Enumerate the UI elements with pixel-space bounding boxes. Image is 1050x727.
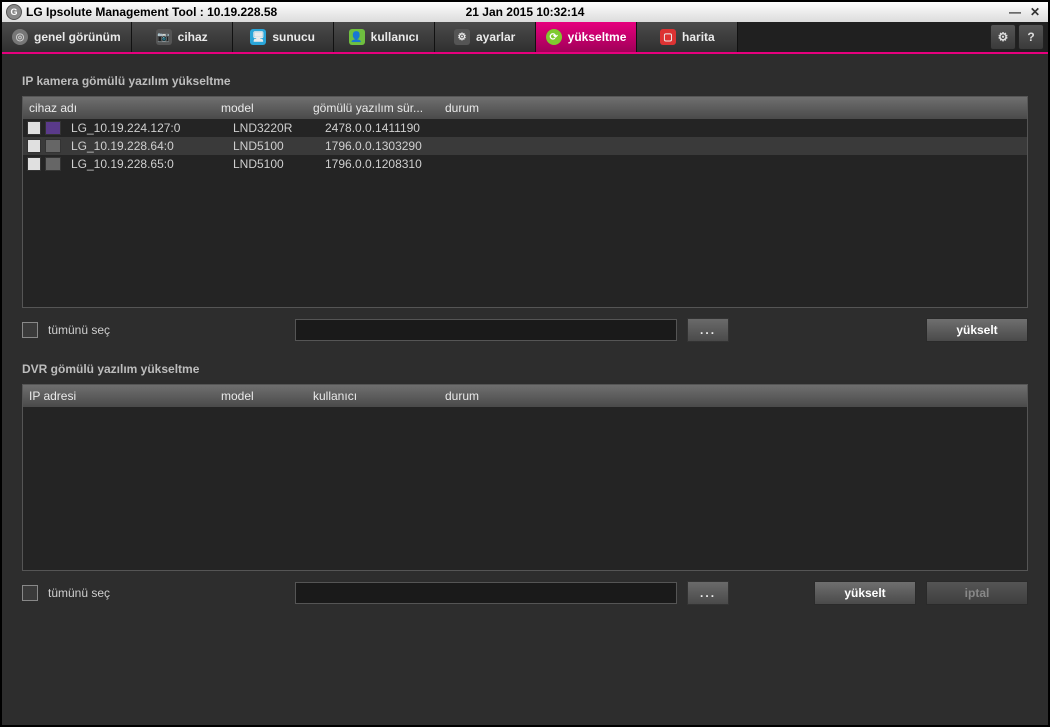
col-ip[interactable]: IP adresi	[23, 389, 215, 403]
tabbar-spacer	[738, 22, 990, 52]
upgrade-icon: ⟳	[546, 29, 562, 45]
col-status[interactable]: durum	[439, 389, 1027, 403]
tab-user[interactable]: 👤 kullanıcı	[334, 22, 435, 52]
overview-icon: ◎	[12, 29, 28, 45]
app-icon: G	[6, 4, 22, 20]
help-icon: ?	[1027, 30, 1034, 44]
tab-label: yükseltme	[568, 30, 627, 44]
cell-firmware: 1796.0.0.1303290	[319, 139, 451, 153]
ip-camera-upgrade-section: IP kamera gömülü yazılım yükseltme cihaz…	[22, 74, 1028, 342]
cell-model: LND5100	[227, 157, 319, 171]
col-model[interactable]: model	[215, 101, 307, 115]
ip-camera-table-panel: cihaz adı model gömülü yazılım sür... du…	[22, 96, 1028, 308]
dvr-table-body	[23, 407, 1027, 570]
col-model[interactable]: model	[215, 389, 307, 403]
tab-label: kullanıcı	[371, 30, 419, 44]
dvr-table-panel: IP adresi model kullanıcı durum	[22, 384, 1028, 571]
tab-label: harita	[682, 30, 715, 44]
select-all-checkbox[interactable]	[22, 585, 38, 601]
cancel-button[interactable]: iptal	[926, 581, 1028, 605]
col-user[interactable]: kullanıcı	[307, 389, 439, 403]
row-checkbox[interactable]	[27, 139, 41, 153]
user-icon: 👤	[349, 29, 365, 45]
tab-upgrade[interactable]: ⟳ yükseltme	[536, 22, 638, 52]
select-all-label: tümünü seç	[48, 586, 110, 600]
gear-button[interactable]: ⚙	[990, 24, 1016, 50]
camera-icon	[45, 121, 61, 135]
cell-name: LG_10.19.228.64:0	[65, 139, 227, 153]
app-window: G LG Ipsolute Management Tool : 10.19.22…	[0, 0, 1050, 727]
dvr-action-row: tümünü seç ... yükselt iptal	[22, 581, 1028, 605]
cell-name: LG_10.19.224.127:0	[65, 121, 227, 135]
settings-icon: ⚙	[454, 29, 470, 45]
content-area: IP kamera gömülü yazılım yükseltme cihaz…	[2, 54, 1048, 725]
close-button[interactable]: ✕	[1026, 5, 1044, 19]
tab-label: genel görünüm	[34, 30, 121, 44]
select-all-checkbox[interactable]	[22, 322, 38, 338]
minimize-button[interactable]: —	[1006, 5, 1024, 19]
help-button[interactable]: ?	[1018, 24, 1044, 50]
window-title: LG Ipsolute Management Tool : 10.19.228.…	[26, 5, 277, 19]
ip-camera-action-row: tümünü seç ... yükselt	[22, 318, 1028, 342]
ip-camera-table-header: cihaz adı model gömülü yazılım sür... du…	[23, 97, 1027, 119]
cell-model: LND5100	[227, 139, 319, 153]
row-checkbox[interactable]	[27, 121, 41, 135]
camera-icon	[45, 157, 61, 171]
titlebar: G LG Ipsolute Management Tool : 10.19.22…	[2, 2, 1048, 22]
upgrade-button[interactable]: yükselt	[814, 581, 916, 605]
table-row[interactable]: LG_10.19.224.127:0 LND3220R 2478.0.0.141…	[23, 119, 1027, 137]
tab-label: ayarlar	[476, 30, 515, 44]
tab-settings[interactable]: ⚙ ayarlar	[435, 22, 536, 52]
row-checkbox[interactable]	[27, 157, 41, 171]
device-icon: 📷	[156, 29, 172, 45]
tab-label: sunucu	[272, 30, 315, 44]
table-row[interactable]: LG_10.19.228.65:0 LND5100 1796.0.0.12083…	[23, 155, 1027, 173]
main-tabbar: ◎ genel görünüm 📷 cihaz 🖥 sunucu 👤 kulla…	[2, 22, 1048, 54]
dvr-table-header: IP adresi model kullanıcı durum	[23, 385, 1027, 407]
browse-button[interactable]: ...	[687, 318, 729, 342]
cell-firmware: 2478.0.0.1411190	[319, 121, 451, 135]
gear-icon: ⚙	[998, 30, 1009, 44]
col-device-name[interactable]: cihaz adı	[23, 101, 215, 115]
camera-icon	[45, 139, 61, 153]
col-firmware[interactable]: gömülü yazılım sür...	[307, 101, 439, 115]
ip-camera-table-body: LG_10.19.224.127:0 LND3220R 2478.0.0.141…	[23, 119, 1027, 307]
cell-firmware: 1796.0.0.1208310	[319, 157, 451, 171]
firmware-path-input[interactable]	[295, 319, 677, 341]
select-all-label: tümünü seç	[48, 323, 110, 337]
section-title: DVR gömülü yazılım yükseltme	[22, 362, 1028, 376]
cell-name: LG_10.19.228.65:0	[65, 157, 227, 171]
section-title: IP kamera gömülü yazılım yükseltme	[22, 74, 1028, 88]
upgrade-button[interactable]: yükselt	[926, 318, 1028, 342]
server-icon: 🖥	[250, 29, 266, 45]
cell-model: LND3220R	[227, 121, 319, 135]
col-status[interactable]: durum	[439, 101, 1027, 115]
dvr-upgrade-section: DVR gömülü yazılım yükseltme IP adresi m…	[22, 362, 1028, 605]
tab-overview[interactable]: ◎ genel görünüm	[2, 22, 132, 52]
tab-map[interactable]: ▢ harita	[637, 22, 738, 52]
tab-device[interactable]: 📷 cihaz	[132, 22, 233, 52]
tab-server[interactable]: 🖥 sunucu	[233, 22, 334, 52]
table-row[interactable]: LG_10.19.228.64:0 LND5100 1796.0.0.13032…	[23, 137, 1027, 155]
window-datetime: 21 Jan 2015 10:32:14	[466, 5, 585, 19]
tab-label: cihaz	[178, 30, 208, 44]
firmware-path-input[interactable]	[295, 582, 677, 604]
map-icon: ▢	[660, 29, 676, 45]
browse-button[interactable]: ...	[687, 581, 729, 605]
